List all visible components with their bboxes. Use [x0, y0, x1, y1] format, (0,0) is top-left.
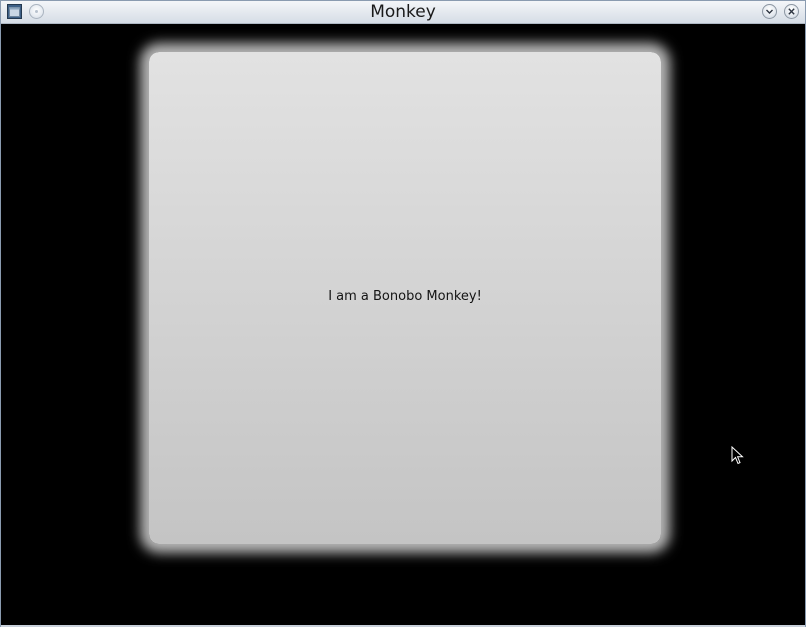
app-window: Monkey I am a Bonobo Monkey! — [0, 0, 806, 627]
window-content: I am a Bonobo Monkey! — [3, 24, 803, 624]
panel-label: I am a Bonobo Monkey! — [328, 289, 482, 304]
minimize-button[interactable] — [762, 4, 777, 19]
title-bar[interactable]: Monkey — [1, 1, 805, 24]
window-title: Monkey — [370, 2, 436, 22]
mouse-cursor-icon — [731, 446, 744, 465]
close-icon — [788, 8, 795, 15]
close-button[interactable] — [784, 4, 799, 19]
chevron-down-icon — [766, 9, 773, 14]
monkey-panel: I am a Bonobo Monkey! — [149, 52, 661, 544]
